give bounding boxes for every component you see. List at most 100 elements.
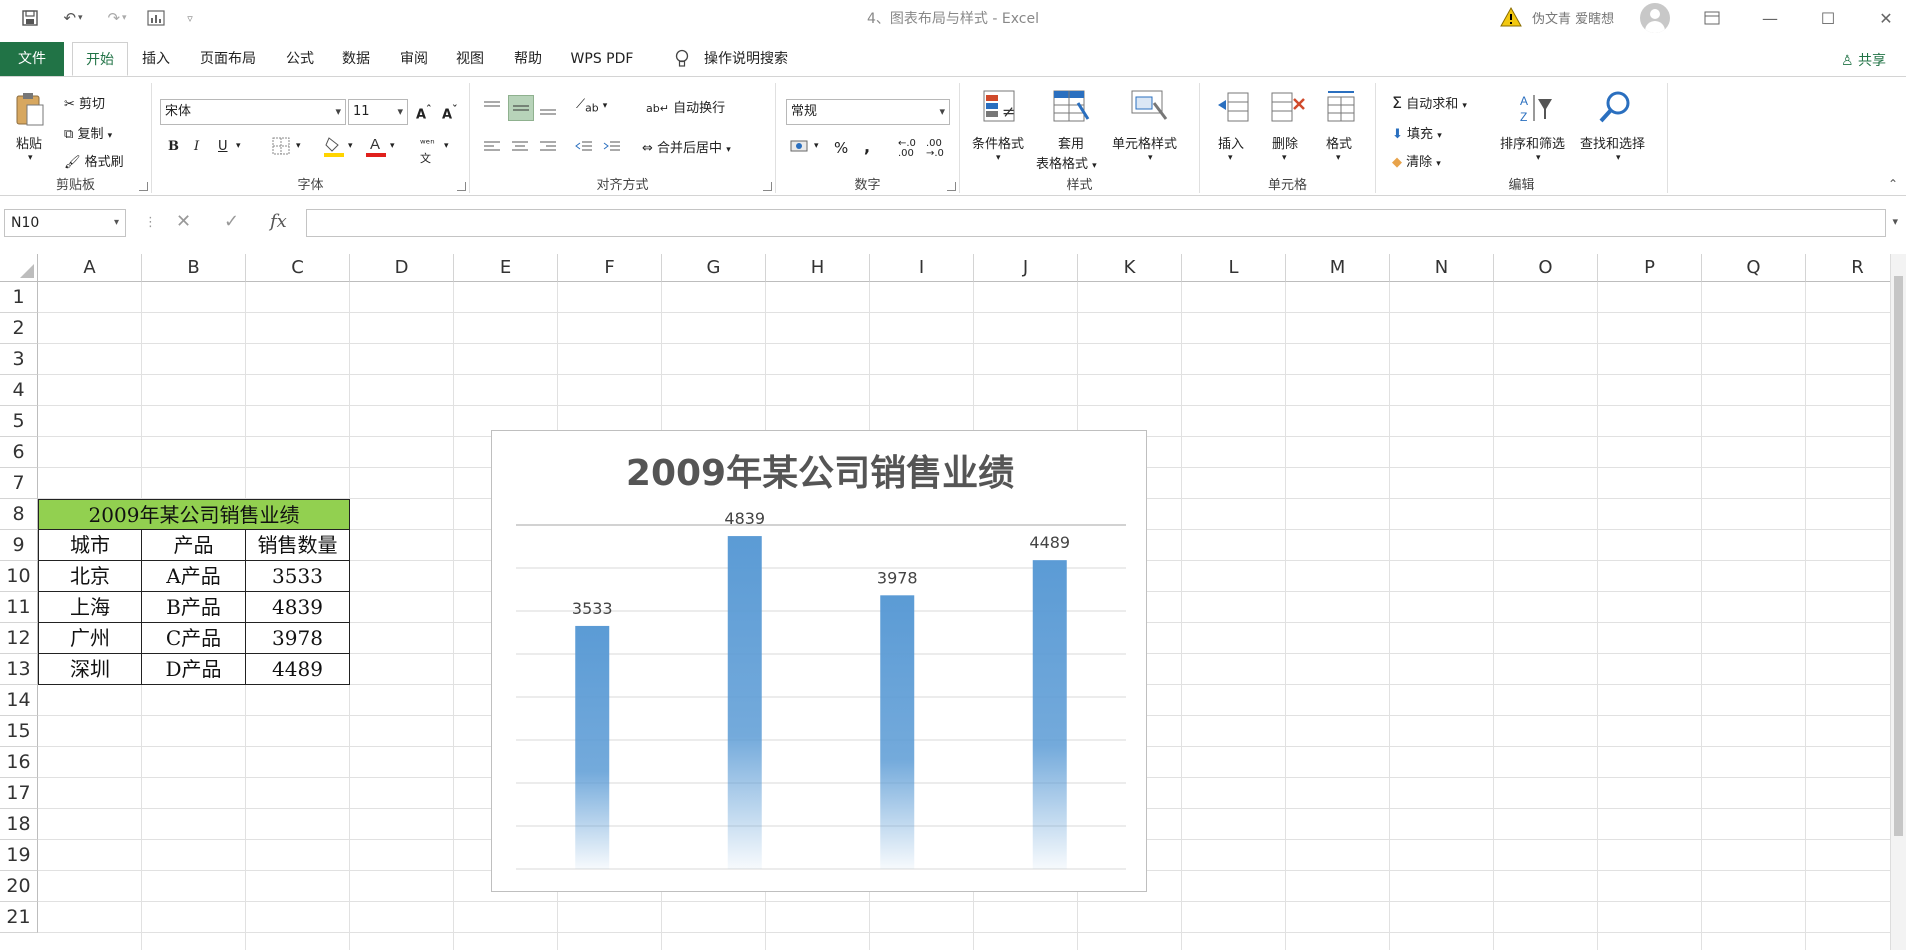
bold-button[interactable]: B bbox=[168, 139, 179, 154]
row-header-15[interactable]: 15 bbox=[0, 716, 38, 747]
decrease-decimal-icon[interactable]: .00 →.0 bbox=[926, 139, 944, 159]
row-header-18[interactable]: 18 bbox=[0, 809, 38, 840]
comma-button[interactable]: , bbox=[864, 137, 870, 156]
font-dialog-launcher[interactable] bbox=[457, 182, 466, 191]
conditional-format-button[interactable]: 条件格式 bbox=[972, 133, 1024, 152]
number-dialog-launcher[interactable] bbox=[947, 182, 956, 191]
font-color-icon[interactable]: A bbox=[366, 135, 386, 161]
tab-review[interactable]: 审阅 bbox=[392, 42, 436, 76]
collapse-ribbon-icon[interactable]: ⌃ bbox=[1888, 177, 1898, 191]
delete-dropdown-icon[interactable]: ▾ bbox=[1282, 153, 1287, 163]
column-header-j[interactable]: J bbox=[974, 254, 1078, 282]
number-format-combo[interactable]: 常规 ▾ bbox=[786, 99, 950, 125]
column-header-d[interactable]: D bbox=[350, 254, 454, 282]
table-header-cell[interactable]: 销售数量 bbox=[246, 530, 350, 561]
scrollbar-thumb[interactable] bbox=[1894, 276, 1903, 836]
table-cell[interactable]: 4839 bbox=[246, 592, 350, 623]
tab-help[interactable]: 帮助 bbox=[506, 42, 550, 76]
column-header-h[interactable]: H bbox=[766, 254, 870, 282]
minimize-icon[interactable]: — bbox=[1750, 4, 1790, 32]
paste-dropdown-icon[interactable]: ▾ bbox=[28, 153, 33, 163]
italic-button[interactable]: I bbox=[194, 139, 199, 154]
find-select-button[interactable]: 查找和选择 bbox=[1580, 133, 1645, 152]
merge-center-button[interactable]: ⇔ 合并后居中 ▾ bbox=[642, 137, 731, 156]
tell-me-search[interactable]: 操作说明搜索 bbox=[696, 42, 796, 76]
clipboard-dialog-launcher[interactable] bbox=[139, 182, 148, 191]
vertical-scrollbar[interactable] bbox=[1890, 254, 1906, 950]
alignment-dialog-launcher[interactable] bbox=[763, 182, 772, 191]
paste-button[interactable]: 粘贴 bbox=[16, 133, 42, 152]
expand-formula-icon[interactable]: ▾ bbox=[1892, 215, 1898, 228]
format-as-table-icon[interactable] bbox=[1052, 89, 1090, 127]
underline-button[interactable]: U bbox=[218, 139, 228, 154]
tab-data[interactable]: 数据 bbox=[334, 42, 378, 76]
table-cell[interactable]: 广州 bbox=[38, 623, 142, 654]
column-header-e[interactable]: E bbox=[454, 254, 558, 282]
shrink-font-icon[interactable]: Aˇ bbox=[442, 103, 457, 122]
table-cell[interactable]: B产品 bbox=[142, 592, 246, 623]
table-header-cell[interactable]: 产品 bbox=[142, 530, 246, 561]
maximize-icon[interactable]: ☐ bbox=[1808, 4, 1848, 32]
chart-bar[interactable] bbox=[1032, 560, 1067, 869]
table-cell[interactable]: 3533 bbox=[246, 561, 350, 592]
orientation-icon[interactable]: ⟋ab ▾ bbox=[576, 97, 607, 115]
align-center-icon[interactable] bbox=[510, 139, 530, 159]
row-header-1[interactable]: 1 bbox=[0, 282, 38, 313]
name-box[interactable]: N10 ▾ bbox=[4, 209, 126, 237]
row-header-17[interactable]: 17 bbox=[0, 778, 38, 809]
format-cells-icon[interactable] bbox=[1324, 89, 1358, 127]
cell-styles-icon[interactable] bbox=[1130, 89, 1168, 127]
row-header-12[interactable]: 12 bbox=[0, 623, 38, 654]
autosum-button[interactable]: Σ 自动求和 ▾ bbox=[1392, 93, 1467, 112]
align-middle-icon[interactable] bbox=[508, 95, 534, 121]
column-header-r[interactable]: R bbox=[1806, 254, 1890, 282]
phonetic-icon[interactable]: ʷᵉⁿ 文 bbox=[420, 137, 435, 166]
column-header-q[interactable]: Q bbox=[1702, 254, 1806, 282]
row-header-4[interactable]: 4 bbox=[0, 375, 38, 406]
table-cell[interactable]: 4489 bbox=[246, 654, 350, 685]
column-header-l[interactable]: L bbox=[1182, 254, 1286, 282]
table-cell[interactable]: 3978 bbox=[246, 623, 350, 654]
fill-color-icon[interactable] bbox=[324, 135, 344, 161]
row-header-7[interactable]: 7 bbox=[0, 468, 38, 499]
currency-icon[interactable] bbox=[790, 139, 810, 159]
table-title-cell[interactable]: 2009年某公司销售业绩 bbox=[38, 499, 350, 530]
format-dropdown-icon[interactable]: ▾ bbox=[1336, 153, 1341, 163]
borders-icon[interactable] bbox=[272, 137, 290, 159]
format-as-table-button[interactable]: 表格格式 ▾ bbox=[1036, 153, 1097, 172]
cut-button[interactable]: ✂ 剪切 bbox=[64, 93, 105, 112]
tab-view[interactable]: 视图 bbox=[448, 42, 492, 76]
row-header-13[interactable]: 13 bbox=[0, 654, 38, 685]
font-color-dropdown-icon[interactable]: ▾ bbox=[390, 141, 395, 151]
currency-dropdown-icon[interactable]: ▾ bbox=[814, 141, 819, 151]
row-header-19[interactable]: 19 bbox=[0, 840, 38, 871]
share-button[interactable]: ♙ 共享 bbox=[1841, 50, 1886, 70]
increase-indent-icon[interactable] bbox=[602, 139, 622, 159]
delete-cells-icon[interactable] bbox=[1270, 91, 1306, 127]
table-cell[interactable]: A产品 bbox=[142, 561, 246, 592]
column-header-f[interactable]: F bbox=[558, 254, 662, 282]
phonetic-dropdown-icon[interactable]: ▾ bbox=[444, 141, 449, 151]
row-header-9[interactable]: 9 bbox=[0, 530, 38, 561]
percent-button[interactable]: % bbox=[834, 139, 848, 157]
align-top-icon[interactable] bbox=[482, 99, 502, 121]
chart-bar[interactable] bbox=[575, 625, 610, 869]
column-header-p[interactable]: P bbox=[1598, 254, 1702, 282]
column-header-o[interactable]: O bbox=[1494, 254, 1598, 282]
cell-styles-dropdown-icon[interactable]: ▾ bbox=[1148, 153, 1153, 163]
row-header-2[interactable]: 2 bbox=[0, 313, 38, 344]
column-header-g[interactable]: G bbox=[662, 254, 766, 282]
close-icon[interactable]: ✕ bbox=[1866, 4, 1906, 32]
table-header-cell[interactable]: 城市 bbox=[38, 530, 142, 561]
avatar[interactable] bbox=[1640, 3, 1670, 33]
row-header-21[interactable]: 21 bbox=[0, 902, 38, 933]
row-header-3[interactable]: 3 bbox=[0, 344, 38, 375]
tab-insert[interactable]: 插入 bbox=[134, 42, 178, 76]
table-cell[interactable]: 深圳 bbox=[38, 654, 142, 685]
conditional-dropdown-icon[interactable]: ▾ bbox=[996, 153, 1001, 163]
row-header-10[interactable]: 10 bbox=[0, 561, 38, 592]
font-size-combo[interactable]: 11 ▾ bbox=[348, 99, 408, 125]
align-bottom-icon[interactable] bbox=[538, 99, 558, 121]
align-left-icon[interactable] bbox=[482, 139, 502, 159]
paste-icon[interactable] bbox=[14, 91, 46, 131]
